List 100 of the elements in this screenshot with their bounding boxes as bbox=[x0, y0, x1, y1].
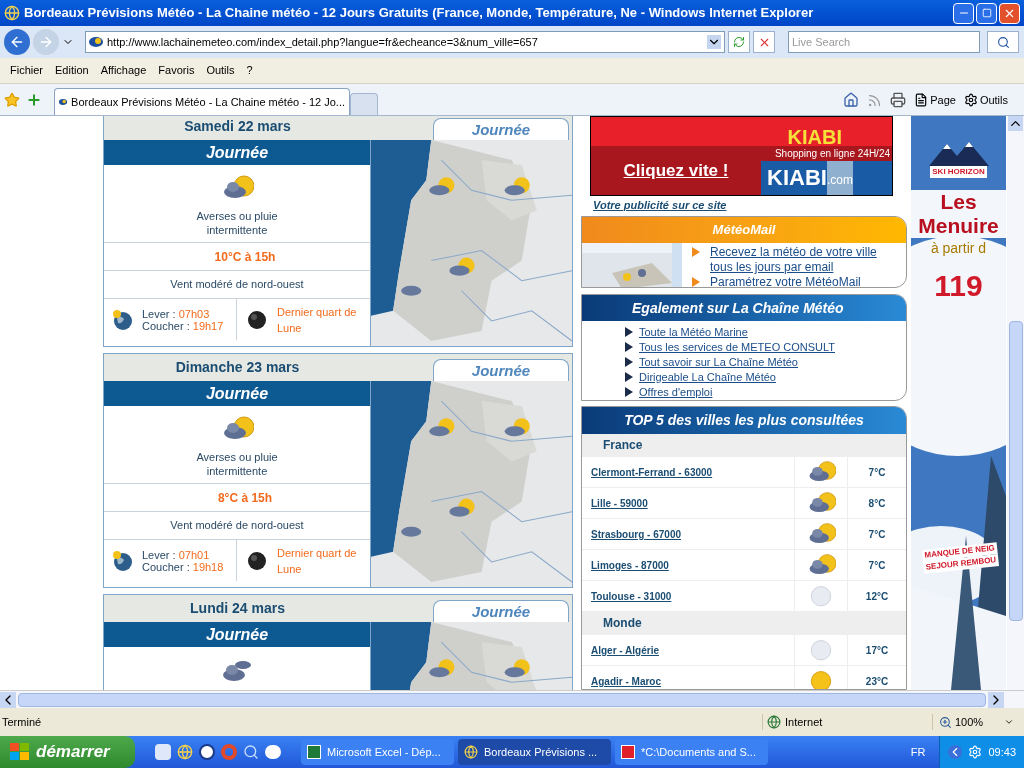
moon-icon bbox=[247, 550, 267, 571]
browser-icon bbox=[4, 5, 20, 21]
tray-icon[interactable] bbox=[968, 745, 983, 759]
site-link[interactable]: Offres d'emploi bbox=[639, 384, 713, 399]
banner-brand: KIABI.com bbox=[761, 161, 892, 195]
ad-price: 119 bbox=[934, 268, 983, 304]
taskbar-button[interactable]: Microsoft Excel - Dép... bbox=[301, 739, 454, 765]
zoom-level[interactable]: 100% bbox=[955, 713, 984, 731]
maximize-button[interactable] bbox=[976, 2, 997, 24]
browser-tab[interactable]: Bordeaux Prévisions Météo - La Chaine météo - 12 Jo... bbox=[54, 88, 350, 115]
page-menu-button[interactable]: Page bbox=[914, 91, 956, 109]
day-date: Dimanche 23 mars bbox=[174, 358, 301, 377]
back-button[interactable] bbox=[4, 29, 30, 55]
bullet-icon bbox=[625, 386, 633, 397]
site-link[interactable]: Dirigeable La Chaîne Météo bbox=[639, 369, 776, 384]
site-icon bbox=[59, 97, 68, 107]
city-link[interactable]: Strasbourg - 67000 bbox=[591, 526, 682, 542]
section-header: Monde bbox=[582, 612, 906, 636]
banner-logo: KIABI bbox=[787, 128, 842, 146]
city-link[interactable]: Limoges - 87000 bbox=[591, 557, 669, 573]
windows-logo-icon bbox=[10, 743, 30, 761]
refresh-icon bbox=[733, 36, 745, 48]
tools-menu-button[interactable]: Outils bbox=[963, 91, 1020, 109]
url-text: http://www.lachainemeteo.com/index_detail.php?langue=fr&echeance=3&num_ville=657 bbox=[107, 34, 538, 50]
site-link[interactable]: Tous les services de METEO CONSULT bbox=[639, 339, 835, 354]
horizontal-scrollbar[interactable] bbox=[0, 690, 1024, 708]
city-link[interactable]: Clermont-Ferrand - 63000 bbox=[591, 464, 713, 480]
search-button[interactable] bbox=[987, 31, 1019, 53]
map-tab[interactable]: Journée bbox=[433, 118, 569, 140]
menu-item[interactable]: Favoris bbox=[152, 62, 201, 79]
city-temperature: 7°C bbox=[868, 558, 886, 573]
ad-link[interactable]: Votre publicité sur ce site bbox=[593, 196, 907, 214]
skyscraper-ad[interactable]: SKI HORIZON Les Menuire à partir d 119 MANQUE DE NEIG SEJOUR REMBOU bbox=[911, 116, 1006, 690]
scroll-left-icon[interactable] bbox=[0, 691, 16, 708]
menu-item[interactable]: Edition bbox=[49, 62, 95, 79]
city-temperature: 7°C bbox=[868, 465, 886, 480]
moon-phase: Dernier quart de Lune bbox=[277, 304, 358, 336]
language-indicator[interactable]: FR bbox=[910, 743, 926, 761]
vertical-scrollbar[interactable] bbox=[1007, 116, 1024, 690]
city-link[interactable]: Toulouse - 31000 bbox=[591, 588, 672, 604]
spreadsheet-icon bbox=[307, 745, 321, 759]
bullet-icon bbox=[625, 356, 633, 367]
stop-button[interactable] bbox=[753, 31, 775, 53]
search-icon bbox=[996, 35, 1010, 49]
close-button[interactable] bbox=[999, 2, 1020, 24]
site-link[interactable]: Tout savoir sur La Chaîne Météo bbox=[639, 354, 798, 369]
taskbar-button[interactable]: Bordeaux Prévisions ... bbox=[458, 739, 611, 765]
map-tab[interactable]: Journée bbox=[433, 359, 569, 381]
tray-expand-icon[interactable] bbox=[948, 745, 963, 759]
taskbar-button[interactable]: *C:\Documents and S... bbox=[615, 739, 768, 765]
period-band: Journée bbox=[104, 140, 370, 165]
zoom-icon[interactable] bbox=[939, 715, 952, 729]
zone-text: Internet bbox=[785, 714, 823, 730]
city-link[interactable]: Alger - Algérie bbox=[591, 642, 659, 658]
day-date: Samedi 22 mars bbox=[183, 117, 292, 136]
globe-icon bbox=[767, 715, 781, 729]
bullet-icon bbox=[625, 371, 633, 382]
day-date: Lundi 24 mars bbox=[189, 599, 286, 619]
ad-banner[interactable]: KIABI Cliquez vite ! Shopping en ligne 24H/24 KIABI.com bbox=[590, 116, 893, 196]
print-icon[interactable] bbox=[890, 92, 907, 108]
city-temperature: 17°C bbox=[865, 643, 889, 658]
dropdown-icon[interactable] bbox=[707, 35, 721, 49]
sunset-text: Coucher : 19h18 bbox=[142, 560, 224, 573]
city-link[interactable]: Lille - 59000 bbox=[591, 495, 648, 511]
earth-icon bbox=[112, 308, 134, 331]
site-link[interactable]: Toute la Météo Marine bbox=[639, 324, 748, 339]
status-text: Terminé bbox=[2, 714, 42, 730]
menu-item[interactable]: ? bbox=[240, 62, 259, 79]
weather-description: Averses ou pluie intermittente bbox=[195, 450, 279, 478]
feed-icon[interactable] bbox=[867, 92, 883, 108]
meteomail-link[interactable]: Recevez la météo de votre ville tous les jours par email bbox=[710, 245, 900, 276]
quick-launch-icon[interactable] bbox=[265, 745, 281, 759]
temperature: 8°C à 15h bbox=[216, 489, 273, 507]
forward-arrow-icon bbox=[38, 34, 54, 50]
menu-item[interactable]: Outils bbox=[200, 62, 241, 79]
start-button[interactable]: démarrer bbox=[0, 736, 135, 768]
menu-item[interactable]: Affichage bbox=[94, 62, 153, 79]
gear-icon bbox=[963, 93, 978, 107]
minimize-button[interactable] bbox=[953, 2, 974, 24]
moon-phase: Dernier quart de Lune bbox=[277, 545, 358, 577]
sunrise-text: Lever : 07h01 bbox=[142, 548, 211, 561]
refresh-button[interactable] bbox=[728, 31, 750, 53]
panel-header: Egalement sur La Chaîne Météo bbox=[582, 295, 906, 322]
period-band: Journée bbox=[104, 622, 370, 648]
dropdown-icon[interactable] bbox=[1004, 717, 1014, 727]
menu-item[interactable]: Fichier bbox=[4, 62, 49, 79]
address-field[interactable]: http://www.lachainemeteo.com/index_detail.php?langue=fr&echeance=3&num_ville=657 bbox=[85, 31, 725, 53]
quick-launch-icon[interactable] bbox=[199, 744, 215, 760]
map-tab[interactable]: Journée bbox=[433, 600, 569, 623]
city-link[interactable]: Agadir - Maroc bbox=[591, 673, 661, 689]
add-favorite-icon[interactable] bbox=[26, 92, 42, 108]
home-icon[interactable] bbox=[843, 92, 860, 108]
ad-subtitle: à partir d bbox=[930, 239, 987, 258]
browser-icon bbox=[464, 745, 478, 759]
city-temperature: 23°C bbox=[865, 674, 889, 689]
weather-description: Averses ou pluie intermittente bbox=[195, 209, 279, 237]
meteomail-link[interactable]: Paramétrez votre MétéoMail bbox=[710, 275, 900, 288]
scroll-right-icon[interactable] bbox=[988, 691, 1004, 708]
earth-icon bbox=[112, 549, 134, 572]
scroll-up-icon[interactable] bbox=[1008, 116, 1023, 131]
